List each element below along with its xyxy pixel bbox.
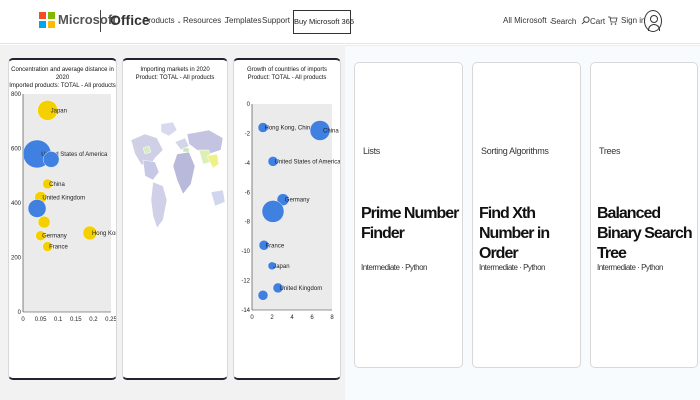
map-title: Importing markets in 2020 Product: TOTAL… [123,66,227,82]
map-title-line1: Importing markets in 2020 [140,67,210,73]
buy-microsoft-365-button[interactable]: Buy Microsoft 365 [293,10,354,34]
data-label: United States of America [275,159,342,165]
y-tick-label: 0 [18,310,22,316]
y-tick-label: -12 [241,279,250,285]
data-label: France [266,243,285,249]
lesson-title[interactable]: Find Xth Number in Order [479,204,580,264]
nav-resources[interactable]: Resources ⌄ [183,16,228,25]
data-point [261,200,285,223]
lesson-title[interactable]: Balanced Binary Search Tree [597,204,697,264]
brand-name[interactable]: Microsoft [58,12,117,27]
data-label: France [49,245,68,251]
x-tick-label: 0.05 [35,317,47,323]
search-icon [581,16,590,25]
data-point [27,199,47,218]
y-tick-label: 200 [11,256,22,262]
y-tick-label: -2 [245,131,251,137]
data-label: China [49,182,65,188]
y-tick-label: -4 [245,161,251,167]
lesson-card-prime-number-finder[interactable]: Lists Prime Number Finder Intermediate ·… [354,62,463,368]
x-tick-label: 0 [21,317,25,323]
data-label: Japan [51,108,67,114]
y-tick-label: -10 [241,249,250,255]
x-tick-label: 0.15 [70,317,82,323]
signin-link[interactable]: Sign in [621,16,645,25]
y-tick-label: 600 [11,147,22,153]
x-tick-label: 0.25 [105,317,117,323]
data-label: United Kingdom [280,286,323,292]
x-tick-label: 8 [330,315,334,321]
x-tick-label: 0 [250,315,254,321]
search-button[interactable]: Search [551,16,590,26]
all-microsoft-menu[interactable]: All Microsoft ⌄ [503,16,554,25]
x-tick-label: 0.1 [54,317,63,323]
lesson-category: Lists [363,146,381,156]
cart-icon [608,16,618,25]
header-divider [100,10,101,32]
growth-chart: 0 2 4 6 8 0 -2 -4 -6 -8 -10 -12 -14 Hong Kong, China C… [241,102,342,321]
lesson-meta: Intermediate · Python [361,263,427,272]
data-point [257,290,269,301]
lesson-category: Sorting Algorithms [481,146,549,156]
nav-products[interactable]: Products ⌄ [143,16,182,25]
avatar-icon[interactable] [644,10,662,32]
growth-chart-title-line2: Product: TOTAL - All products [247,75,327,81]
data-label: Hong Kong, China [265,126,315,132]
x-tick-label: 2 [270,315,274,321]
growth-chart-title-line1: Growth of countries of imports [246,67,328,73]
y-tick-label: 0 [247,102,251,108]
lesson-card-find-xth-number[interactable]: Sorting Algorithms Find Xth Number in Or… [472,62,581,368]
data-label: Germany [42,234,67,240]
growth-chart-title: Growth of countries of imports Product: … [234,66,340,82]
data-label: Hong Kong, China [92,231,117,237]
cart-button[interactable]: Cart [590,16,618,26]
data-label: China [323,128,339,134]
map-title-line2: Product: TOTAL - All products [135,75,215,81]
nav-support[interactable]: Support [262,16,290,25]
data-point [37,215,51,229]
data-label: Japan [273,264,289,270]
y-tick-label: 800 [11,92,22,98]
lesson-card-balanced-bst[interactable]: Trees Balanced Binary Search Tree Interm… [590,62,698,368]
bubble-chart-card[interactable]: Concentration and average distance in 20… [8,58,117,380]
lesson-meta: Intermediate · Python [479,263,545,272]
bubble-chart: 0 0.05 0.1 0.15 0.2 0.25 0 200 400 600 800 Japan Uni… [11,92,117,323]
growth-chart-card[interactable]: Growth of countries of imports Product: … [233,58,341,380]
y-tick-label: 400 [11,201,22,207]
site-header: Microsoft Office Products ⌄ Resources ⌄ Te… [0,0,700,44]
data-label: Germany [285,198,310,204]
importing-markets-map-card[interactable]: Importing markets in 2020 Product: TOTAL… [122,58,228,380]
lesson-category: Trees [599,146,621,156]
microsoft-logo-icon[interactable] [39,12,55,28]
bubble-chart-title-line1: Concentration and average distance in 20… [11,67,114,81]
y-tick-label: -6 [245,190,251,196]
nav-templates[interactable]: Templates [225,16,261,25]
y-tick-label: -14 [241,308,250,314]
x-tick-label: 0.2 [89,317,98,323]
x-tick-label: 4 [290,315,294,321]
lesson-title[interactable]: Prime Number Finder [361,204,462,244]
data-label: United Kingdom [42,196,85,202]
world-map [130,121,226,229]
x-tick-label: 6 [310,315,314,321]
data-point [42,151,60,168]
y-tick-label: -8 [245,220,251,226]
lesson-meta: Intermediate · Python [597,263,663,272]
chevron-down-icon: ⌄ [176,19,182,25]
